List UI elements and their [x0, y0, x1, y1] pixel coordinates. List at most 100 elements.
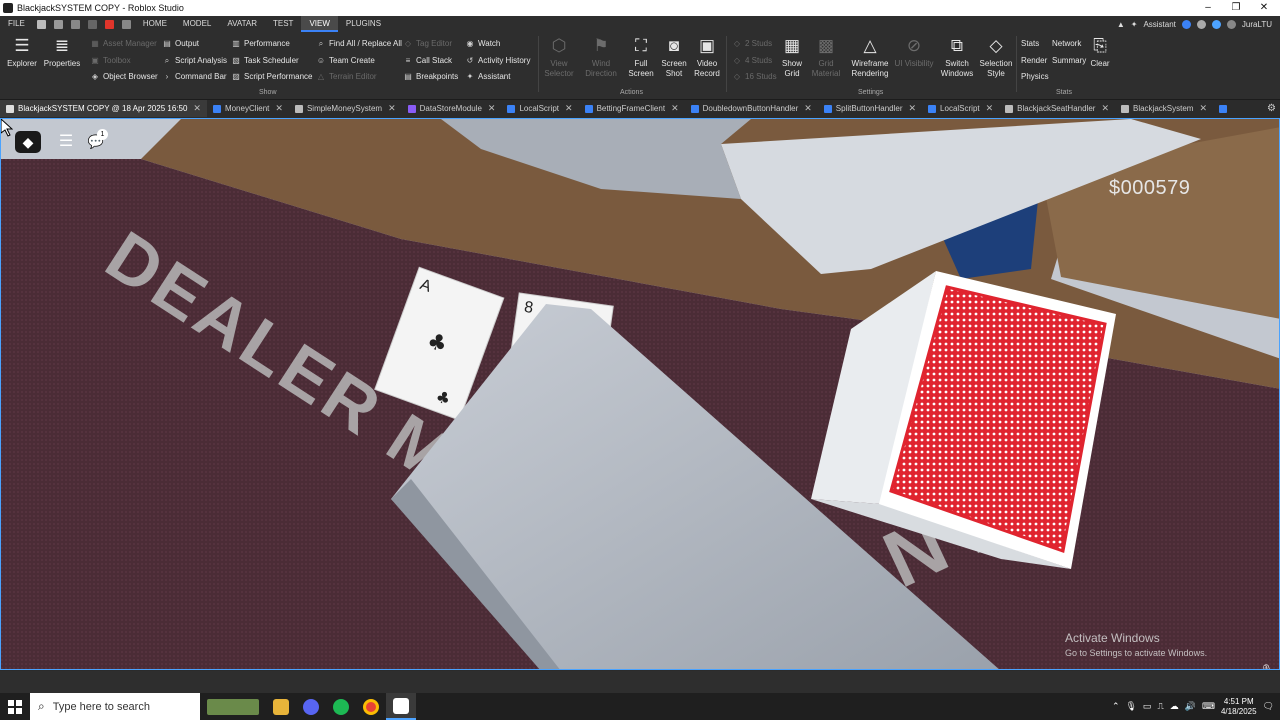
microphone-icon[interactable]: 🎙	[1260, 665, 1273, 669]
tray-chevron-icon[interactable]: ⌃	[1112, 701, 1120, 712]
assistant-label[interactable]: Assistant	[1143, 20, 1175, 29]
full-screen-button[interactable]: ⛶ Full Screen	[624, 32, 658, 79]
close-tab-icon[interactable]: ✕	[1199, 103, 1207, 114]
render-button[interactable]: Render	[1021, 56, 1047, 66]
summary-button[interactable]: Summary	[1052, 56, 1086, 66]
wireframe-rendering-button[interactable]: △ Wireframe Rendering	[848, 32, 892, 79]
taskbar-file-explorer[interactable]	[266, 693, 296, 720]
close-tab-icon[interactable]: ✕	[488, 103, 496, 114]
tray-language-icon[interactable]: ⌨	[1202, 701, 1215, 712]
task-scheduler-button[interactable]: ▧ Task Scheduler	[231, 56, 298, 66]
play-icon[interactable]	[87, 19, 97, 29]
taskbar-discord[interactable]	[296, 693, 326, 720]
switch-windows-button[interactable]: ⧉ Switch Windows	[936, 32, 978, 79]
redo-icon[interactable]	[70, 19, 80, 29]
menu-file[interactable]: FILE	[0, 16, 33, 32]
stats-button[interactable]: Stats	[1021, 39, 1039, 49]
close-tab-icon[interactable]: ✕	[193, 103, 201, 114]
wind-direction-button[interactable]: ⚑ Wind Direction	[582, 32, 620, 79]
object-browser-button[interactable]: ◈ Object Browser	[90, 72, 158, 82]
explorer-button[interactable]: ☰ Explorer	[4, 32, 40, 69]
grid-material-button[interactable]: ▩ Grid Material	[810, 32, 842, 79]
close-tab-icon[interactable]: ✕	[275, 103, 283, 114]
menu-view[interactable]: VIEW	[301, 16, 338, 32]
screen-shot-button[interactable]: ◙ Screen Shot	[658, 32, 690, 79]
tab-place[interactable]: BlackjackSYSTEM COPY @ 18 Apr 2025 16:50…	[0, 100, 207, 117]
selection-style-button[interactable]: ◇ Selection Style	[976, 32, 1016, 79]
performance-button[interactable]: ▥ Performance	[231, 39, 290, 49]
tray-volume-icon[interactable]: 🔊	[1185, 701, 1196, 712]
output-button[interactable]: ▤ Output	[162, 39, 199, 49]
stop-icon[interactable]	[104, 19, 114, 29]
game-viewport[interactable]: DEALER MUST N 17 A ♣ ♣ 8 ◆ ☰ 💬 1 $000579…	[0, 118, 1280, 670]
tag-editor-button[interactable]: ◇ Tag Editor	[403, 39, 452, 49]
taskbar-search-box[interactable]: ⌕ Type here to search	[30, 693, 200, 720]
close-tab-icon[interactable]: ✕	[986, 103, 994, 114]
call-stack-button[interactable]: ≡ Call Stack	[403, 56, 452, 66]
close-tab-icon[interactable]: ✕	[565, 103, 573, 114]
tray-monitor-icon[interactable]: ▭	[1143, 701, 1152, 712]
close-tab-icon[interactable]: ✕	[804, 103, 812, 114]
tab-settings-gear-icon[interactable]: ⚙	[1267, 103, 1276, 114]
terrain-editor-button[interactable]: △ Terrain Editor	[316, 72, 377, 82]
team-create-button[interactable]: ☺ Team Create	[316, 56, 375, 66]
notification-center-icon[interactable]: 🗨	[1263, 701, 1274, 712]
grid-4-studs-option[interactable]: ◇ 4 Studs	[732, 56, 772, 66]
taskbar-widget-landscape[interactable]	[200, 693, 266, 720]
menu-test[interactable]: TEST	[265, 16, 301, 32]
tab-split-button-handler[interactable]: SplitButtonHandler ✕	[818, 100, 922, 117]
collapse-ribbon-icon[interactable]: ▲	[1117, 20, 1125, 29]
tray-mic-icon[interactable]: 🎙	[1125, 701, 1136, 712]
menu-avatar[interactable]: AVATAR	[219, 16, 265, 32]
physics-button[interactable]: Physics	[1021, 72, 1049, 82]
minimize-icon[interactable]: –	[1194, 0, 1222, 16]
save-icon[interactable]	[53, 19, 63, 29]
new-file-icon[interactable]	[36, 19, 46, 29]
close-tab-icon[interactable]: ✕	[909, 103, 917, 114]
tab-simple-money-system[interactable]: SimpleMoneySystem ✕	[289, 100, 402, 117]
tray-cloud-icon[interactable]: ☁	[1170, 701, 1179, 712]
help-icon[interactable]	[1196, 19, 1206, 29]
script-analysis-button[interactable]: ⌕ Script Analysis	[162, 56, 227, 66]
taskbar-spotify[interactable]	[326, 693, 356, 720]
breakpoints-button[interactable]: ▤ Breakpoints	[403, 72, 458, 82]
grid-2-studs-option[interactable]: ◇ 2 Studs	[732, 39, 772, 49]
grid-16-studs-option[interactable]: ◇ 16 Studs	[732, 72, 777, 82]
notifications-icon[interactable]	[1181, 19, 1191, 29]
close-tab-icon[interactable]: ✕	[1101, 103, 1109, 114]
taskbar-chrome[interactable]	[356, 693, 386, 720]
tab-blackjack-seat-handler[interactable]: BlackjackSeatHandler ✕	[999, 100, 1115, 117]
windows-start-button[interactable]	[0, 693, 30, 720]
ui-visibility-button[interactable]: ⊘ UI Visibility	[894, 32, 934, 69]
script-performance-button[interactable]: ▨ Script Performance	[231, 72, 312, 82]
undo-icon[interactable]	[121, 19, 131, 29]
menu-model[interactable]: MODEL	[175, 16, 219, 32]
show-grid-button[interactable]: ▦ Show Grid	[776, 32, 808, 79]
video-record-button[interactable]: ▣ Video Record	[690, 32, 724, 79]
menu-home[interactable]: HOME	[135, 16, 175, 32]
tab-money-client[interactable]: MoneyClient ✕	[207, 100, 289, 117]
roblox-menu-button[interactable]: ◆	[15, 131, 41, 153]
tab-doubledown-button-handler[interactable]: DoubledownButtonHandler ✕	[685, 100, 818, 117]
hamburger-menu-icon[interactable]: ☰	[53, 131, 79, 153]
toolbox-button[interactable]: ▣ Toolbox	[90, 56, 130, 66]
close-tab-icon[interactable]: ✕	[388, 103, 396, 114]
restore-icon[interactable]: ❐	[1222, 0, 1250, 16]
user-name[interactable]: JuraLTU	[1242, 20, 1272, 29]
tab-local-script-2[interactable]: LocalScript ✕	[922, 100, 999, 117]
taskbar-roblox-studio[interactable]	[386, 693, 416, 720]
tab-overflow[interactable]	[1213, 100, 1237, 117]
properties-button[interactable]: ≣ Properties	[42, 32, 82, 69]
asset-manager-button[interactable]: ▦ Asset Manager	[90, 39, 157, 49]
tab-data-store-module[interactable]: DataStoreModule ✕	[402, 100, 502, 117]
tab-betting-frame-client[interactable]: BettingFrameClient ✕	[579, 100, 685, 117]
share-icon[interactable]	[1226, 19, 1236, 29]
clear-button[interactable]: ⎘ Clear	[1086, 32, 1114, 69]
watch-button[interactable]: ◉ Watch	[465, 39, 501, 49]
tab-local-script[interactable]: LocalScript ✕	[501, 100, 578, 117]
activity-history-button[interactable]: ↺ Activity History	[465, 56, 531, 66]
tab-blackjack-system[interactable]: BlackjackSystem ✕	[1115, 100, 1213, 117]
cloud-icon[interactable]	[1211, 19, 1221, 29]
close-tab-icon[interactable]: ✕	[671, 103, 679, 114]
close-window-icon[interactable]: ✕	[1250, 0, 1278, 16]
